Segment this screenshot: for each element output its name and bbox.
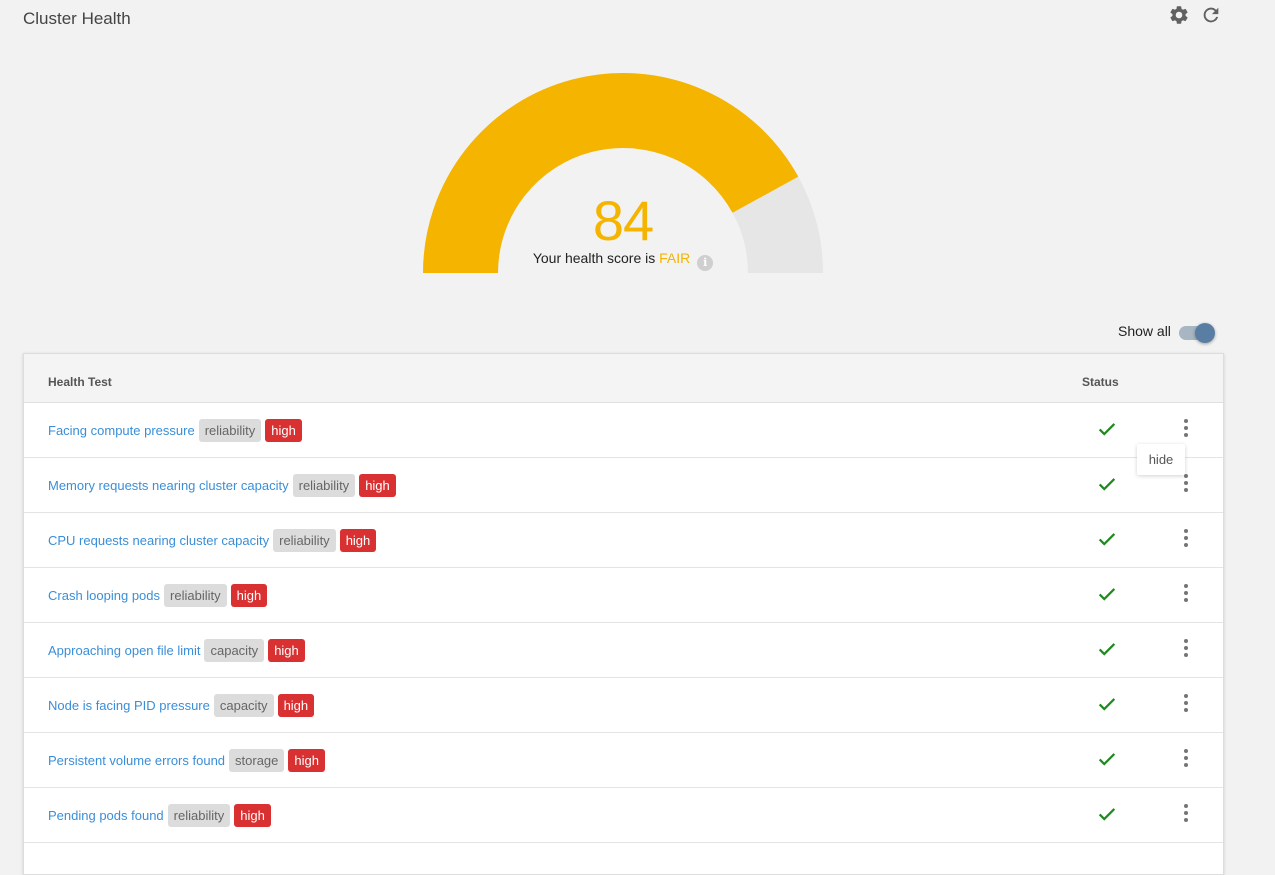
table-header: Health Test Status	[24, 354, 1223, 403]
health-score-value: 84	[592, 189, 654, 252]
category-tag: reliability	[198, 418, 262, 442]
check-icon	[1096, 803, 1118, 825]
check-icon	[1096, 693, 1118, 715]
health-test-cell: Pending pods found reliability high	[48, 803, 271, 827]
more-options-icon[interactable]	[1176, 802, 1196, 824]
severity-tag: high	[265, 418, 302, 442]
more-options-icon[interactable]	[1176, 692, 1196, 714]
check-icon	[1096, 748, 1118, 770]
category-tag: storage	[229, 748, 285, 772]
check-icon	[1096, 418, 1118, 440]
check-icon	[1096, 638, 1118, 660]
category-tag: capacity	[213, 693, 274, 717]
table-row: Approaching open file limit capacity high	[24, 623, 1223, 678]
health-test-cell: CPU requests nearing cluster capacity rel…	[48, 528, 377, 552]
table-row: CPU requests nearing cluster capacity rel…	[24, 513, 1223, 568]
health-test-link[interactable]: Node is facing PID pressure	[48, 698, 210, 713]
check-icon	[1096, 528, 1118, 550]
severity-tag: high	[234, 803, 271, 827]
category-tag: reliability	[167, 803, 231, 827]
more-options-icon[interactable]	[1176, 582, 1196, 604]
more-options-icon[interactable]	[1176, 637, 1196, 659]
toggle-thumb	[1195, 323, 1215, 343]
health-test-link[interactable]: Persistent volume errors found	[48, 753, 225, 768]
table-row: Facing compute pressure reliability high	[24, 403, 1223, 458]
severity-tag: high	[268, 638, 305, 662]
info-icon[interactable]: i	[697, 255, 714, 271]
column-header-health-test: Health Test	[48, 375, 112, 389]
health-test-link[interactable]: Pending pods found	[48, 808, 164, 823]
table-row: Pending pods found reliability high	[24, 788, 1223, 843]
hide-tooltip[interactable]: hide	[1137, 444, 1185, 475]
show-all-label: Show all	[1118, 323, 1171, 339]
severity-tag: high	[230, 583, 268, 607]
health-test-cell: Persistent volume errors found storage hig…	[48, 748, 325, 772]
health-test-cell: Memory requests nearing cluster capacity…	[48, 473, 396, 497]
health-test-link[interactable]: CPU requests nearing cluster capacity	[48, 533, 269, 548]
more-options-icon[interactable]	[1176, 527, 1196, 549]
more-options-icon[interactable]	[1176, 417, 1196, 439]
health-test-link[interactable]: Approaching open file limit	[48, 643, 200, 658]
category-tag: reliability	[164, 583, 227, 607]
more-options-icon[interactable]	[1176, 472, 1196, 494]
health-test-link[interactable]: Facing compute pressure	[48, 423, 195, 438]
category-tag: capacity	[204, 638, 265, 662]
health-test-cell: Node is facing PID pressure capacity high	[48, 693, 315, 717]
severity-tag: high	[339, 528, 377, 552]
health-test-link[interactable]: Memory requests nearing cluster capacity	[48, 478, 289, 493]
check-icon	[1096, 583, 1118, 605]
health-test-cell: Approaching open file limit capacity high	[48, 638, 305, 662]
table-row: Node is facing PID pressure capacity high	[24, 678, 1223, 733]
health-test-link[interactable]: Crash looping pods	[48, 588, 160, 603]
table-row: Persistent volume errors found storage hig…	[24, 733, 1223, 788]
severity-tag: high	[288, 748, 325, 772]
more-options-icon[interactable]	[1176, 747, 1196, 769]
severity-tag: high	[277, 693, 315, 717]
check-icon	[1096, 473, 1118, 495]
health-test-cell: Crash looping pods reliability high	[48, 583, 268, 607]
health-test-table: Health Test Status Facing compute pressu…	[23, 353, 1224, 875]
column-header-status: Status	[1082, 375, 1119, 389]
table-body: Facing compute pressure reliability high Me…	[24, 403, 1223, 843]
severity-tag: high	[359, 473, 396, 497]
health-score-text: Your health score is FAIR i	[473, 250, 773, 271]
health-test-cell: Facing compute pressure reliability high	[48, 418, 302, 442]
category-tag: reliability	[273, 528, 336, 552]
health-rating: FAIR	[659, 250, 691, 266]
health-score-prefix: Your health score is	[532, 250, 656, 266]
show-all-toggle[interactable]	[1179, 323, 1215, 343]
table-row: Memory requests nearing cluster capacity…	[24, 458, 1223, 513]
category-tag: reliability	[292, 473, 356, 497]
table-row: Crash looping pods reliability high	[24, 568, 1223, 623]
